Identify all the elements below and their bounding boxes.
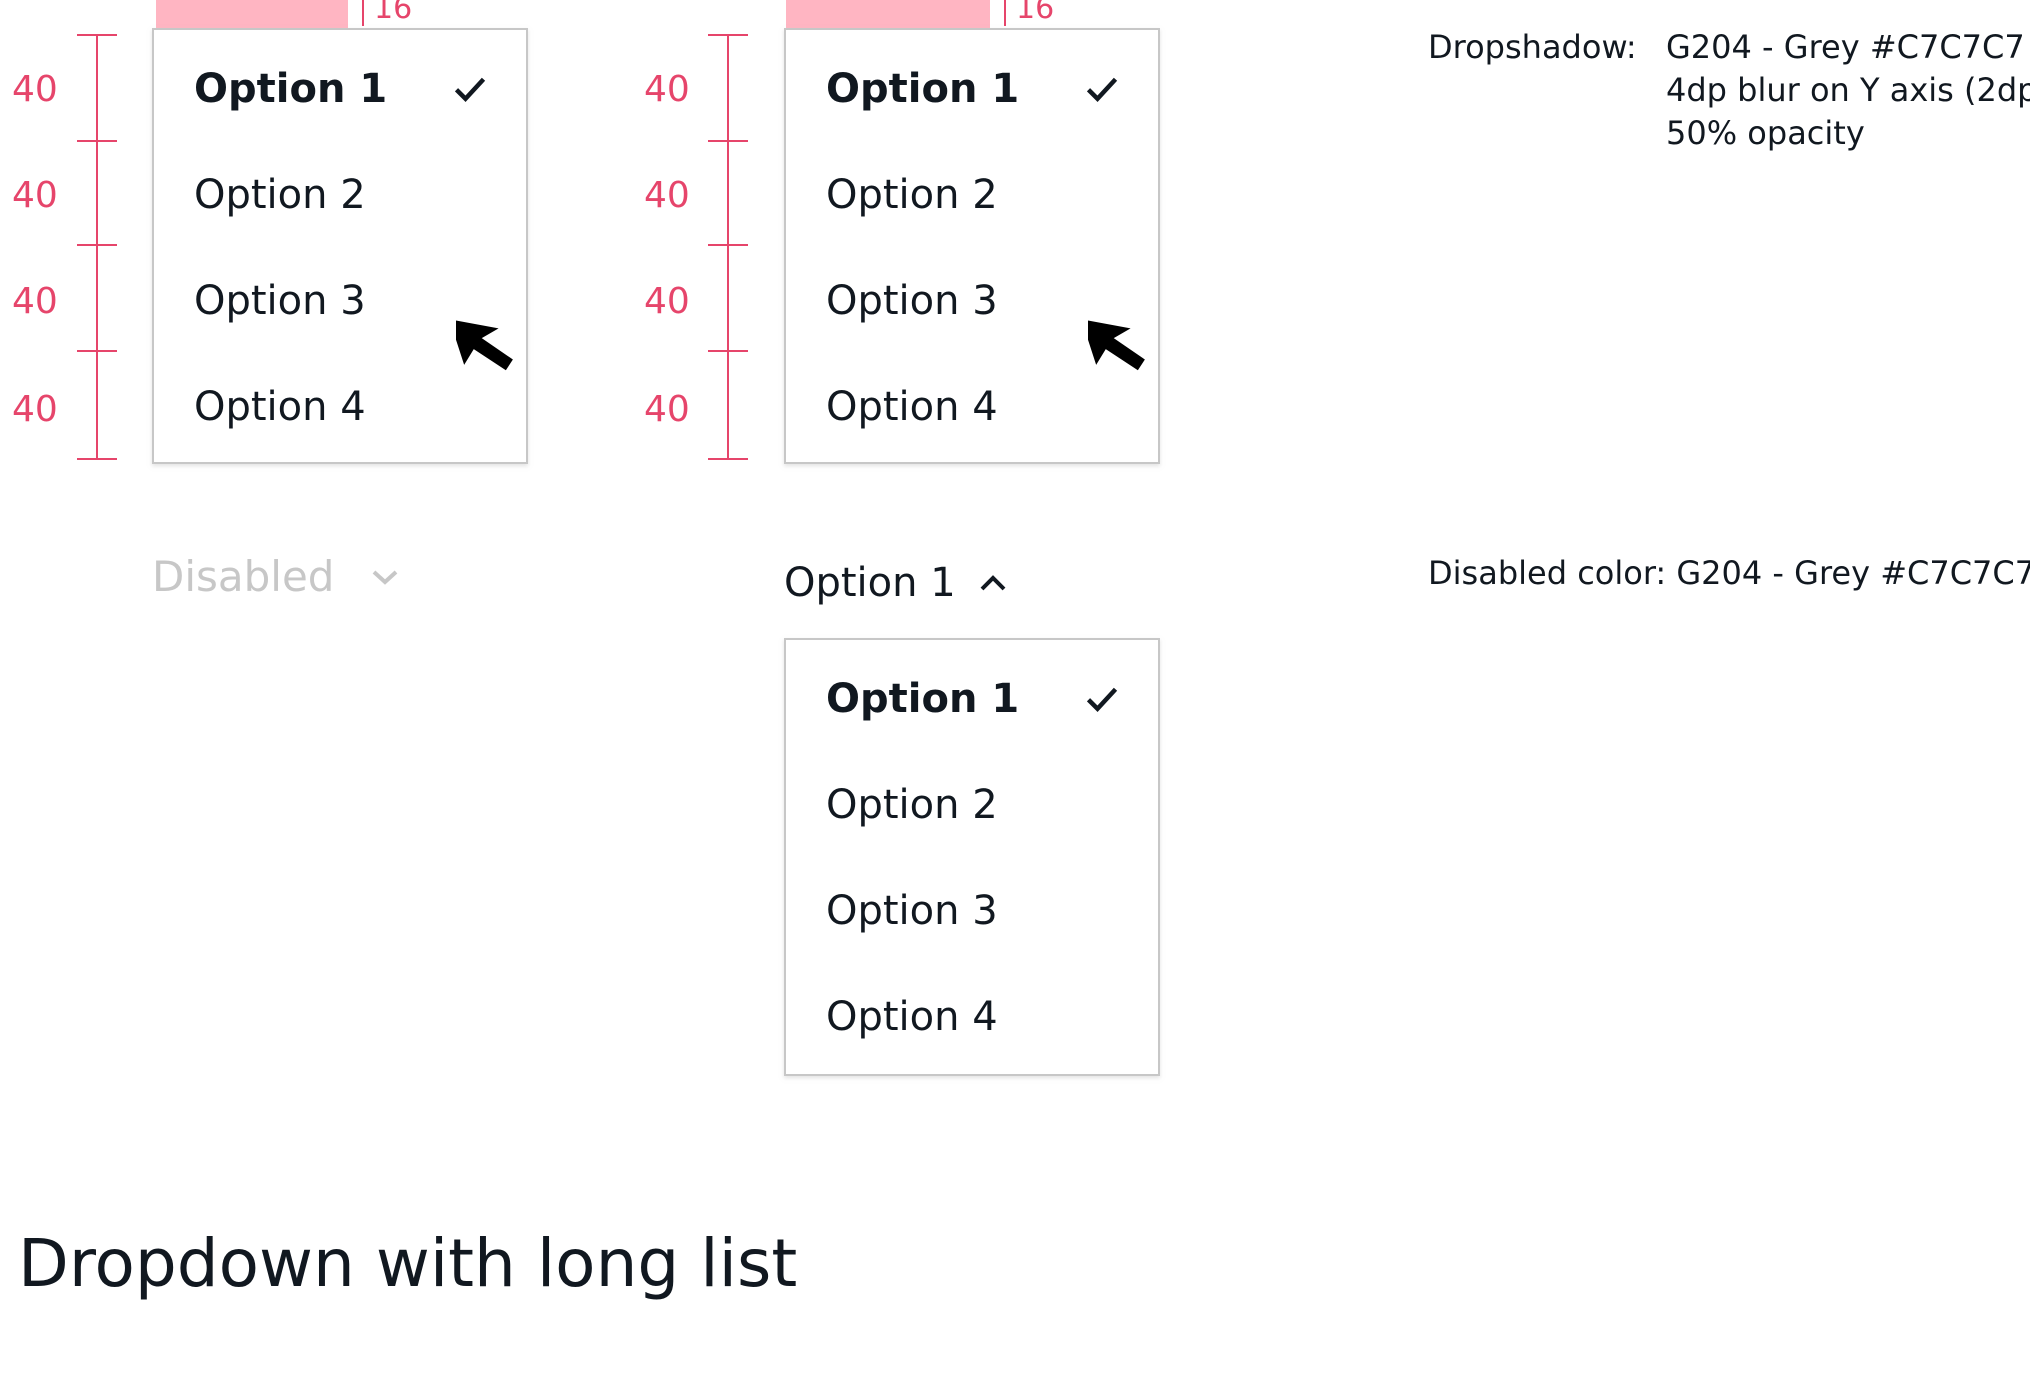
disabled-trigger-label: Disabled [152,552,335,601]
padding-highlight-left [156,0,348,30]
menu-item-label: Option 4 [826,384,998,430]
disabled-color-spec: Disabled color: G204 - Grey #C7C7C7 [1428,554,2030,592]
checkmark-icon [1086,77,1118,102]
dropshadow-spec-line: 50% opacity [1666,114,1865,152]
menu-item-label: Option 3 [826,278,998,324]
padding-tick-middle [1004,0,1006,26]
dropdown-trigger-open[interactable]: Option 1 [784,560,1010,606]
chevron-up-icon [980,575,1006,591]
section-heading: Dropdown with long list [18,1225,798,1302]
mouse-pointer-icon [1088,319,1145,371]
spacing-label: 40 [644,69,690,110]
spacing-label: 40 [12,69,58,110]
menu-item-option-2[interactable]: Option 2 [786,752,1158,858]
menu-item-option-1[interactable]: Option 1 [154,36,526,142]
dropdown-menu-open: Option 1 Option 2 Option 3 Option 4 [784,638,1160,1076]
padding-label-middle: 16 [1016,0,1055,26]
padding-label-left: 16 [374,0,413,26]
spacing-label: 40 [12,281,58,322]
disabled-dropdown-trigger: Disabled [152,552,402,601]
menu-item-label: Option 3 [194,278,366,324]
menu-item-label: Option 1 [194,66,388,112]
menu-item-label: Option 4 [194,384,366,430]
menu-item-label: Option 2 [826,172,998,218]
menu-item-label: Option 3 [826,888,998,934]
padding-highlight-middle [786,0,990,30]
menu-item-option-1[interactable]: Option 1 [786,36,1158,142]
menu-item-option-2[interactable]: Option 2 [154,142,526,248]
checkmark-icon [1086,687,1118,712]
open-trigger-label: Option 1 [784,560,956,606]
spacing-label: 40 [644,175,690,216]
chevron-down-icon [373,570,398,585]
mouse-pointer-icon [456,319,513,371]
spacing-label: 40 [644,281,690,322]
dropshadow-spec-line: G204 - Grey #C7C7C7 [1666,28,2025,66]
dropshadow-spec-line: 4dp blur on Y axis (2dp) [1666,71,2030,109]
menu-item-option-1[interactable]: Option 1 [786,646,1158,752]
menu-item-option-2[interactable]: Option 2 [786,142,1158,248]
padding-tick-left [362,0,364,26]
menu-item-label: Option 1 [826,676,1020,722]
menu-item-label: Option 2 [826,782,998,828]
spacing-label: 40 [12,389,58,430]
menu-item-option-3[interactable]: Option 3 [786,858,1158,964]
dropdown-menu-middle: Option 1 Option 2 Option 3 Option 4 [784,28,1160,464]
dropdown-menu-left: Option 1 Option 2 Option 3 Option 4 [152,28,528,464]
dropshadow-spec-key: Dropshadow: [1428,28,1637,66]
menu-item-label: Option 1 [826,66,1020,112]
menu-item-option-4[interactable]: Option 4 [786,964,1158,1070]
menu-item-label: Option 2 [194,172,366,218]
spacing-label: 40 [12,175,58,216]
spacing-label: 40 [644,389,690,430]
checkmark-icon [454,77,486,102]
menu-item-label: Option 4 [826,994,998,1040]
